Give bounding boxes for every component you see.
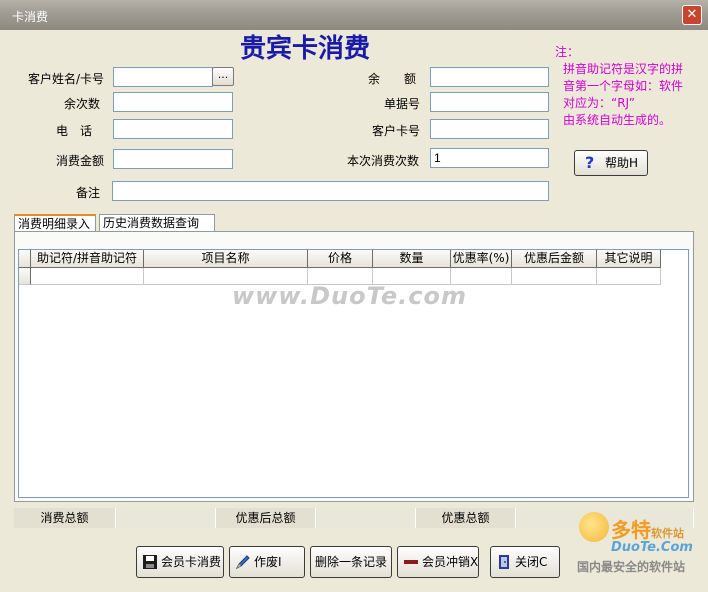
grid-cell[interactable]: [597, 268, 661, 285]
help-button-label: 帮助H: [605, 156, 639, 170]
watermark: www.DuoTe.com: [232, 282, 467, 310]
close-button[interactable]: 关闭C: [490, 546, 560, 578]
balance-field[interactable]: [430, 67, 549, 87]
pen-icon: [235, 555, 250, 570]
brand-logo-icon: [579, 512, 609, 542]
column-header[interactable]: 优惠后金额: [512, 250, 597, 268]
customer-card-label: 客户卡号: [372, 124, 421, 138]
column-header[interactable]: 优惠率(%): [451, 250, 512, 268]
help-button[interactable]: ? 帮助H: [574, 150, 648, 176]
column-header[interactable]: 项目名称: [144, 250, 308, 268]
void-button[interactable]: 作废I: [229, 546, 305, 578]
column-header[interactable]: 其它说明: [597, 250, 661, 268]
phone-label: 电 话: [56, 124, 93, 138]
button-label: 删除一条记录: [314, 555, 387, 569]
column-header[interactable]: 数量: [373, 250, 451, 268]
total-amount-label: 消费总额: [14, 508, 116, 528]
minus-bar-icon: [404, 560, 418, 564]
remaining-times-field[interactable]: [113, 92, 233, 112]
amount-label: 消费金额: [56, 154, 105, 168]
remark-field[interactable]: [112, 181, 549, 201]
receipt-number-field[interactable]: [430, 92, 549, 112]
discounted-total-label: 优惠后总额: [216, 508, 316, 528]
consume-times-label: 本次消费次数: [347, 154, 420, 168]
note-line: 拼音助记符是汉字的拼: [563, 62, 684, 76]
window-title: 卡消费: [12, 10, 49, 24]
button-label: 会员冲销X: [422, 555, 479, 569]
customer-card-field[interactable]: [430, 119, 549, 139]
page-title: 贵宾卡消费: [240, 34, 371, 64]
note-line: 音第一个字母如：软件: [563, 79, 684, 93]
customer-input[interactable]: [113, 67, 213, 87]
note-line: 对应为：“RJ”: [563, 96, 635, 110]
column-header[interactable]: 助记符/拼音助记符: [31, 250, 144, 268]
member-card-consume-button[interactable]: 会员卡消费: [136, 546, 224, 578]
row-header-corner: [19, 250, 31, 268]
brand-name: 多特软件站: [611, 518, 684, 542]
customer-label: 客户姓名/卡号: [28, 72, 105, 86]
browse-customer-button[interactable]: ...: [212, 67, 234, 86]
discount-total-label: 优惠总额: [416, 508, 516, 528]
exit-door-icon: [499, 555, 509, 569]
remark-label: 备注: [76, 186, 101, 200]
card-consume-window: 卡消费 ✕ 贵宾卡消费 注： 拼音助记符是汉字的拼 音第一个字母如：软件 对应为…: [0, 0, 708, 592]
title-bar[interactable]: 卡消费 ✕: [0, 0, 708, 30]
receipt-number-label: 单据号: [384, 97, 421, 111]
button-label: 关闭C: [515, 555, 548, 569]
brand-slogan: 国内最安全的软件站: [577, 560, 686, 574]
delete-row-button[interactable]: 删除一条记录: [310, 546, 392, 578]
note-title: 注：: [555, 45, 580, 59]
consume-times-field[interactable]: [430, 148, 549, 168]
tab-history-query[interactable]: 历史消费数据查询: [99, 214, 215, 232]
close-window-button[interactable]: ✕: [682, 5, 702, 25]
floppy-disk-icon: [143, 555, 157, 569]
pinyin-note: 注： 拼音助记符是汉字的拼 音第一个字母如：软件 对应为：“RJ” 由系统自动生…: [555, 44, 703, 129]
button-label: 作废I: [254, 555, 282, 569]
discounted-total-value: [316, 508, 416, 528]
balance-label: 余 额: [368, 72, 417, 86]
remaining-times-label: 余次数: [64, 97, 101, 111]
grid-header: 助记符/拼音助记符 项目名称 价格 数量 优惠率(%) 优惠后金额 其它说明: [19, 250, 661, 268]
phone-field[interactable]: [113, 119, 233, 139]
member-reverse-button[interactable]: 会员冲销X: [397, 546, 479, 578]
total-amount-value: [116, 508, 216, 528]
row-header[interactable]: [19, 268, 31, 285]
question-icon: ?: [585, 153, 595, 172]
button-label: 会员卡消费: [161, 555, 222, 569]
grid-cell[interactable]: [31, 268, 144, 285]
brand-site: DuoTe.Com: [611, 540, 693, 555]
branding-logo: 多特软件站 DuoTe.Com 国内最安全的软件站: [575, 508, 705, 588]
column-header[interactable]: 价格: [308, 250, 373, 268]
note-line: 由系统自动生成的。: [563, 113, 672, 127]
grid-cell[interactable]: [512, 268, 597, 285]
amount-field[interactable]: [113, 149, 233, 169]
